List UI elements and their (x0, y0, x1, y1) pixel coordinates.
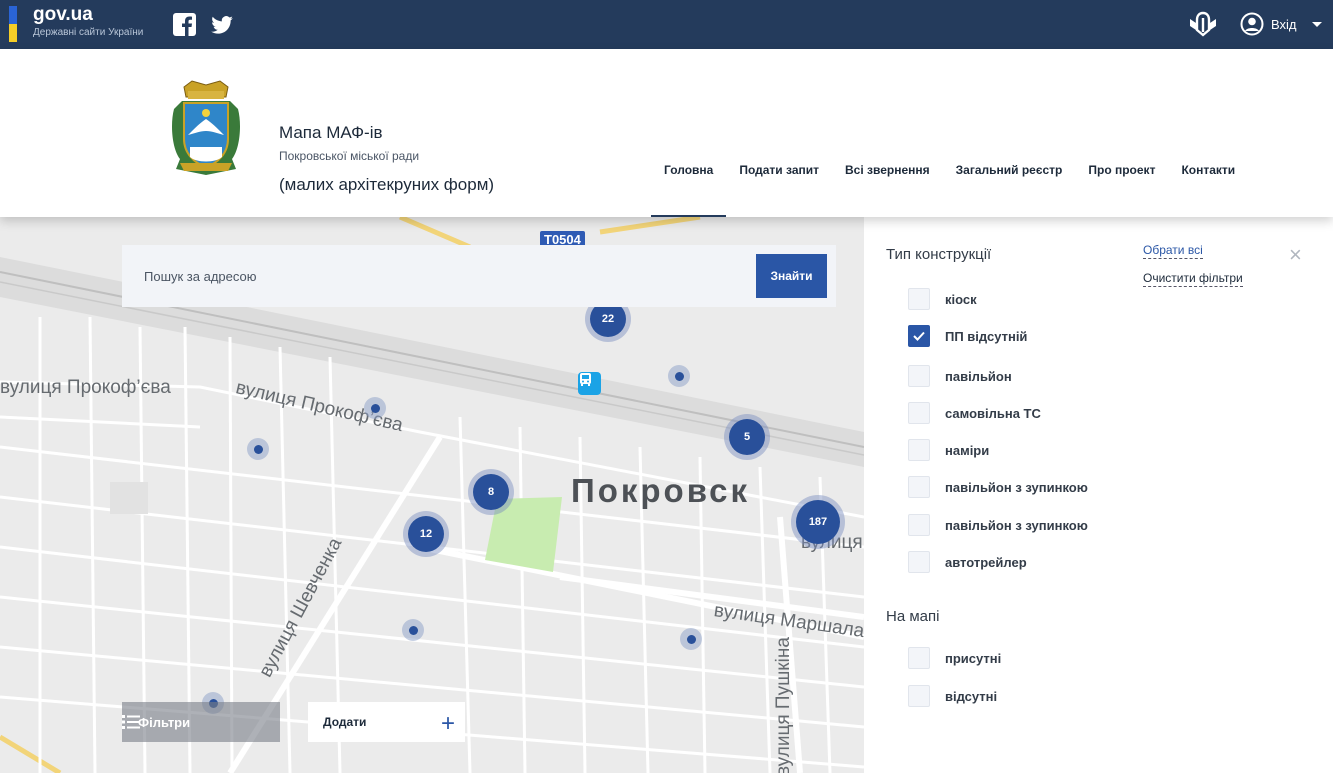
map-point-marker[interactable] (668, 365, 690, 387)
checkbox[interactable] (908, 402, 930, 424)
filter-option-label: ПП відсутній (945, 328, 1028, 344)
filter-option-label: наміри (945, 442, 990, 458)
bus-station-icon[interactable] (578, 372, 601, 395)
address-search-input[interactable] (122, 245, 750, 307)
login-menu[interactable]: Вхід (1240, 11, 1322, 37)
gov-ua-subtitle: Державні сайти України (33, 27, 144, 38)
select-all-link[interactable]: Обрати всі (1143, 243, 1203, 259)
filter-option-label: відсутні (945, 688, 998, 704)
construction-type-title: Тип конструкції (886, 246, 992, 263)
checkbox[interactable] (908, 647, 930, 669)
filter-option[interactable]: павільйон з зупинкою (908, 514, 1088, 536)
map-point-marker[interactable] (402, 619, 424, 641)
filter-option-label: павільйон (945, 368, 1012, 384)
filter-option-label: автотрейлер (945, 554, 1027, 570)
close-icon[interactable]: × (1289, 244, 1302, 266)
address-search-bar: Знайти (122, 245, 836, 307)
nav-submit-request[interactable]: Подати запит (726, 157, 832, 217)
nav-general-registry[interactable]: Загальний реєстр (943, 157, 1076, 217)
site-title-line-1: Мапа МАФ-ів (279, 123, 383, 142)
trident-logo-icon[interactable] (1187, 10, 1219, 38)
filter-option[interactable]: кіоск (908, 288, 977, 310)
filters-button-label: Фільтри (138, 714, 191, 730)
chevron-down-icon (1311, 21, 1322, 27)
filter-option-label: присутні (945, 650, 1002, 666)
clear-filters-link[interactable]: Очистити фільтри (1143, 271, 1243, 287)
filter-option[interactable]: ПП відсутній (908, 325, 1027, 347)
checkbox[interactable] (908, 476, 930, 498)
plus-icon: + (440, 710, 455, 737)
map-cluster-marker[interactable]: 5 (729, 419, 765, 455)
filter-option[interactable]: самовільна ТС (908, 402, 1041, 424)
checkbox-checked[interactable] (908, 325, 930, 347)
user-avatar-icon (1240, 12, 1264, 36)
filter-option-label: кіоск (945, 291, 977, 307)
facebook-icon[interactable] (173, 13, 196, 36)
main-nav: Головна Подати запит Всі звернення Загал… (651, 157, 1248, 217)
nav-all-requests[interactable]: Всі звернення (832, 157, 943, 217)
checkbox[interactable] (908, 514, 930, 536)
map-cluster-marker[interactable]: 12 (408, 516, 444, 552)
checkbox[interactable] (908, 288, 930, 310)
gov-ua-logo-title[interactable]: gov.ua (33, 4, 93, 26)
map-cluster-marker[interactable]: 8 (473, 474, 509, 510)
add-button-label: Додати (323, 715, 367, 729)
login-label: Вхід (1271, 16, 1297, 32)
list-icon (122, 715, 140, 729)
add-object-button[interactable]: Додати + (308, 702, 465, 742)
nav-about-project[interactable]: Про проект (1075, 157, 1168, 217)
site-title-line-2: (малих архітекруних форм) (279, 175, 495, 194)
street-label: вулиця Пушкіна (773, 637, 794, 773)
map-point-marker[interactable] (364, 397, 386, 419)
filter-option[interactable]: павільйон (908, 365, 1012, 387)
filters-toggle-button[interactable]: Фільтри (122, 702, 280, 742)
ukraine-flag-icon (9, 6, 17, 42)
city-coat-of-arms-icon[interactable] (170, 79, 242, 177)
filter-option[interactable]: наміри (908, 439, 989, 461)
checkbox[interactable] (908, 365, 930, 387)
filter-option[interactable]: присутні (908, 647, 1001, 669)
filter-option-label: павільйон з зупинкою (945, 517, 1088, 533)
map-view[interactable]: T0504 вулиця Прокоф’єва вулиця Прокоф’єв… (0, 217, 864, 773)
filter-option[interactable]: автотрейлер (908, 551, 1027, 573)
search-button[interactable]: Знайти (756, 254, 827, 298)
filter-option-label: павільйон з зупинкою (945, 479, 1088, 495)
gov-top-bar: gov.ua Державні сайти України Вхід (0, 0, 1333, 49)
site-subtitle: Покровської міської ради (279, 149, 420, 163)
filter-panel: Тип конструкції Обрати всі Очистити філь… (864, 217, 1333, 773)
checkbox[interactable] (908, 551, 930, 573)
filter-option[interactable]: павільйон з зупинкою (908, 476, 1088, 498)
city-label: Покровск (571, 472, 751, 509)
nav-contacts[interactable]: Контакти (1168, 157, 1248, 217)
nav-home[interactable]: Головна (651, 157, 727, 217)
checkbox[interactable] (908, 439, 930, 461)
map-point-marker[interactable] (680, 628, 702, 650)
checkmark-icon (913, 331, 925, 341)
checkbox[interactable] (908, 685, 930, 707)
street-label: вулиця Прокоф’єва (0, 377, 171, 398)
site-header: Мапа МАФ-ів (малих архітекруних форм) По… (0, 49, 1333, 217)
twitter-icon[interactable] (210, 13, 233, 36)
map-point-marker[interactable] (247, 438, 269, 460)
filter-option[interactable]: відсутні (908, 685, 997, 707)
filter-option-label: самовільна ТС (945, 405, 1041, 421)
map-cluster-marker[interactable]: 187 (796, 500, 840, 544)
on-map-title: На мапі (886, 608, 940, 625)
